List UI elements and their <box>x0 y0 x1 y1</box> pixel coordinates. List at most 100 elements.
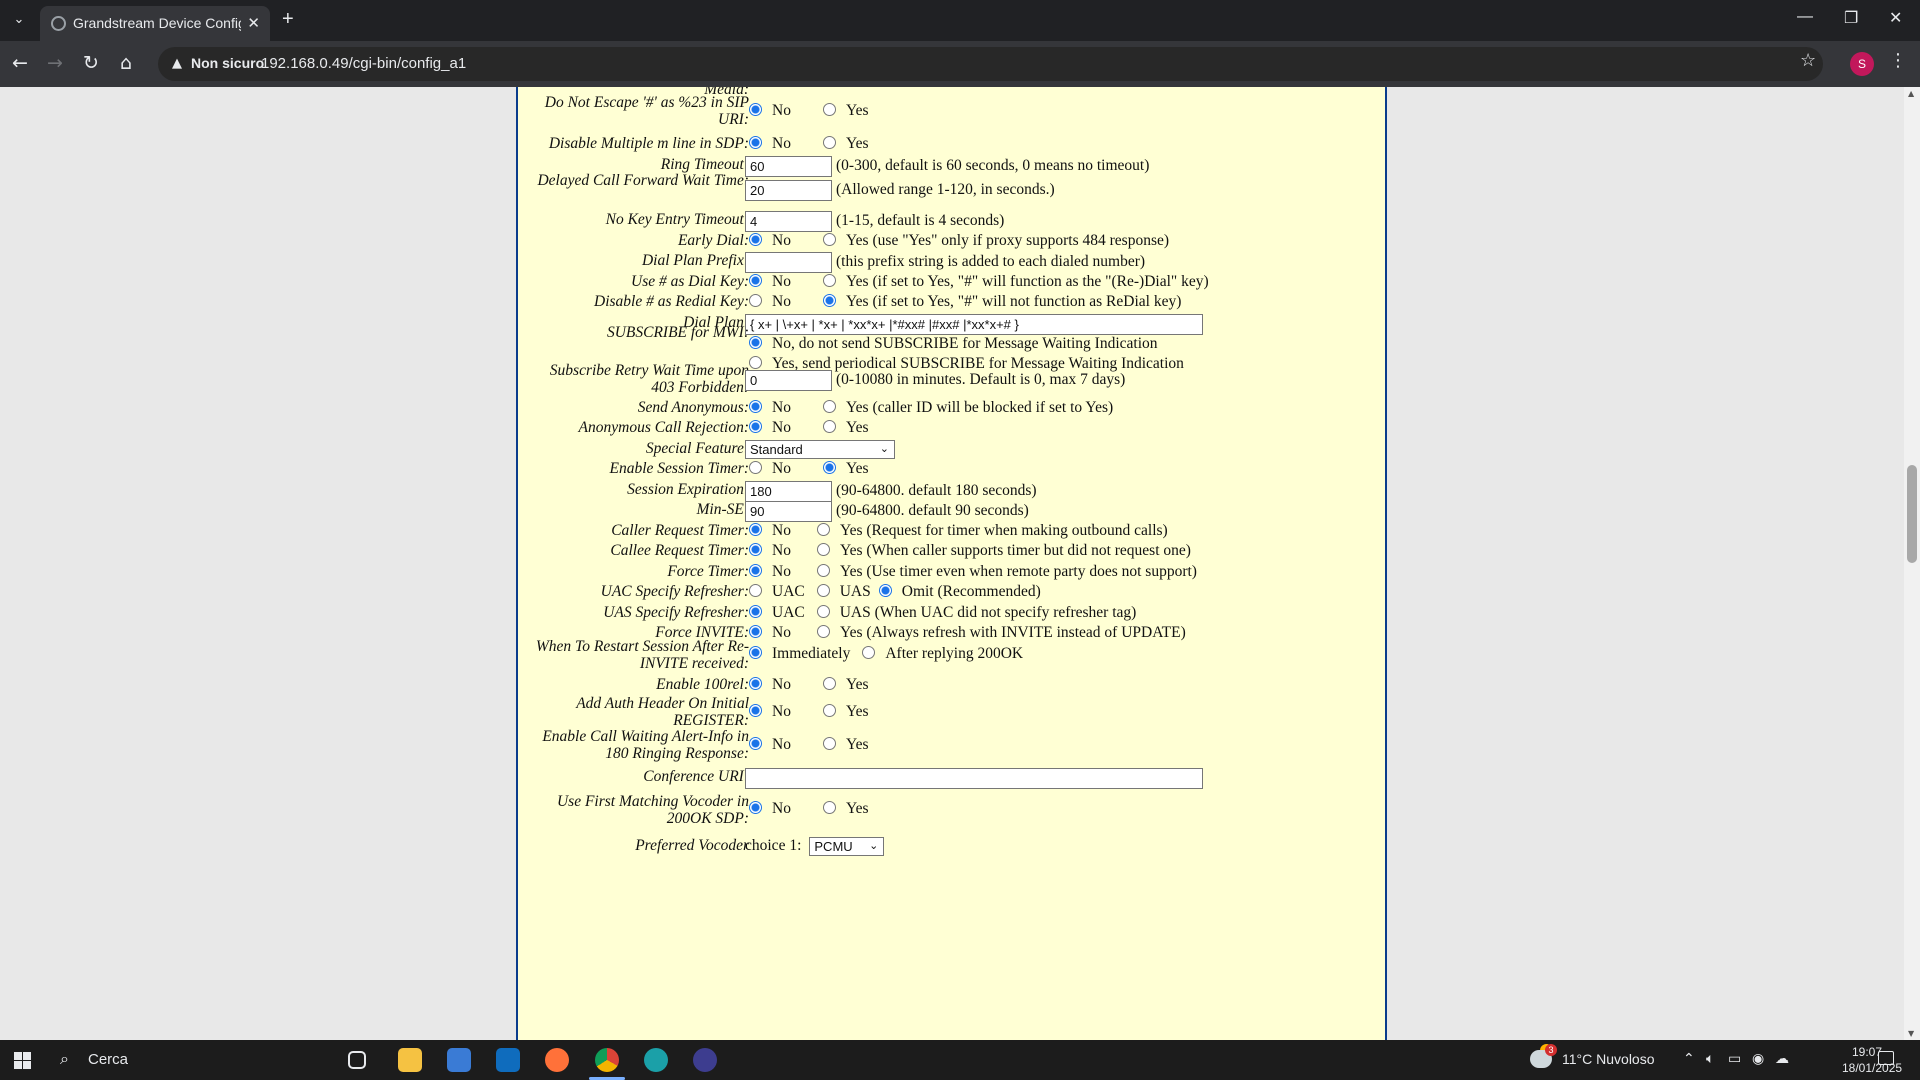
text-input[interactable]: 20 <box>745 180 832 201</box>
radio-button[interactable] <box>749 233 762 246</box>
chrome-icon[interactable] <box>595 1048 619 1072</box>
radio-option[interactable]: No <box>745 676 791 693</box>
back-arrow-icon[interactable]: ← <box>12 52 28 74</box>
radio-button[interactable] <box>749 274 762 287</box>
radio-button[interactable] <box>822 294 836 307</box>
radio-option[interactable]: Yes <box>819 419 869 436</box>
network-icon[interactable]: ▭ <box>1728 1051 1741 1067</box>
radio-option[interactable]: Yes (Request for timer when making outbo… <box>813 522 1168 539</box>
radio-option[interactable]: Omit (Recommended) <box>875 583 1041 600</box>
minimize-icon[interactable]: — <box>1797 8 1813 26</box>
radio-option[interactable]: Yes <box>819 460 869 477</box>
windows-start-icon[interactable] <box>14 1052 31 1069</box>
taskbar-search[interactable]: Cerca <box>88 1051 128 1068</box>
close-tab-icon[interactable]: ✕ <box>247 14 260 32</box>
text-input[interactable]: { x+ | \+x+ | *x+ | *xx*x+ |*#xx# |#xx# … <box>745 314 1203 335</box>
browser-tab-active[interactable]: Grandstream Device Configurati ✕ <box>40 6 270 41</box>
radio-button[interactable] <box>816 543 830 556</box>
radio-button[interactable] <box>749 336 762 349</box>
radio-option[interactable]: Yes (When caller supports timer but did … <box>813 542 1191 559</box>
text-input[interactable]: 4 <box>745 211 832 232</box>
radio-button[interactable] <box>749 461 762 474</box>
radio-button[interactable] <box>822 274 836 287</box>
more-menu-icon[interactable]: ⋮ <box>1889 50 1907 71</box>
radio-button[interactable] <box>816 564 830 577</box>
new-tab-icon[interactable]: + <box>282 8 294 31</box>
radio-button[interactable] <box>816 523 830 536</box>
address-bar[interactable]: ▲ Non sicuro 192.168.0.49/cgi-bin/config… <box>158 47 1823 81</box>
radio-button[interactable] <box>749 103 762 116</box>
file-explorer-icon[interactable] <box>398 1048 422 1072</box>
page-scrollbar[interactable]: ▲ ▼ <box>1904 87 1920 1040</box>
radio-button[interactable] <box>822 704 836 717</box>
text-input[interactable]: 0 <box>745 370 832 391</box>
radio-button[interactable] <box>822 400 836 413</box>
text-input[interactable]: 180 <box>745 481 832 502</box>
chevron-up-icon[interactable]: ⌃ <box>1683 1051 1695 1067</box>
radio-option[interactable]: No <box>745 736 791 753</box>
text-input[interactable] <box>745 768 1203 789</box>
radio-option[interactable]: UAS (When UAC did not specify refresher … <box>813 604 1136 621</box>
radio-option[interactable]: Yes <box>819 800 869 817</box>
radio-option[interactable]: Yes (Use timer even when remote party do… <box>813 563 1197 580</box>
scroll-up-icon[interactable]: ▲ <box>1908 89 1914 98</box>
radio-option[interactable]: No <box>745 293 791 310</box>
scroll-down-icon[interactable]: ▼ <box>1908 1029 1914 1038</box>
radio-option[interactable]: Yes <box>819 399 869 416</box>
radio-option[interactable]: No <box>745 419 791 436</box>
radio-option[interactable]: UAS <box>813 583 871 600</box>
radio-option[interactable]: No <box>745 703 791 720</box>
radio-option[interactable]: After replying 200OK <box>858 645 1023 662</box>
vpn-app-icon[interactable] <box>693 1048 717 1072</box>
profile-avatar[interactable]: S <box>1850 52 1874 76</box>
radio-button[interactable] <box>822 103 836 116</box>
restore-icon[interactable]: ❐ <box>1844 8 1858 28</box>
outlook-icon[interactable] <box>496 1048 520 1072</box>
radio-option[interactable]: UAC <box>745 583 805 600</box>
onedrive-cloud-icon[interactable]: ☁ <box>1775 1051 1789 1067</box>
radio-button[interactable] <box>749 801 762 814</box>
radio-option[interactable]: No <box>745 102 791 119</box>
radio-button[interactable] <box>749 136 762 149</box>
radio-button[interactable] <box>749 704 762 717</box>
radio-option[interactable]: No <box>745 460 791 477</box>
radio-button[interactable] <box>749 356 762 369</box>
radio-option[interactable]: No <box>745 87 791 90</box>
radio-option[interactable]: No, do not send SUBSCRIBE for Message Wa… <box>745 335 1158 352</box>
radio-option[interactable]: Yes (Always refresh with INVITE instead … <box>813 624 1186 641</box>
radio-button[interactable] <box>749 737 762 750</box>
forward-arrow-icon[interactable]: → <box>47 52 63 74</box>
radio-button[interactable] <box>878 584 892 597</box>
radio-button[interactable] <box>749 564 762 577</box>
microsoft-store-icon[interactable] <box>447 1048 471 1072</box>
task-view-icon[interactable] <box>348 1051 366 1069</box>
radio-option[interactable]: No <box>745 542 791 559</box>
radio-button[interactable] <box>749 646 762 659</box>
radio-option[interactable]: No <box>745 135 791 152</box>
radio-option[interactable]: Yes <box>819 736 869 753</box>
edge-icon[interactable] <box>644 1048 668 1072</box>
radio-option[interactable]: No <box>745 399 791 416</box>
radio-button[interactable] <box>749 523 762 536</box>
bookmark-star-icon[interactable]: ☆ <box>1800 50 1816 71</box>
text-input[interactable]: 90 <box>745 501 832 522</box>
home-icon[interactable]: ⌂ <box>120 52 132 74</box>
special-feature-select[interactable]: Standard ⌄ <box>745 440 895 459</box>
radio-button[interactable] <box>822 461 836 474</box>
radio-option[interactable]: Yes <box>819 703 869 720</box>
text-input[interactable]: 60 <box>745 156 832 177</box>
radio-button[interactable] <box>822 677 836 690</box>
copilot-icon[interactable]: ◉ <box>1752 1051 1764 1067</box>
radio-option[interactable]: No <box>745 273 791 290</box>
radio-option[interactable]: Yes <box>819 102 869 119</box>
radio-option[interactable]: Yes <box>819 293 869 310</box>
radio-option[interactable]: No <box>745 800 791 817</box>
radio-button[interactable] <box>822 737 836 750</box>
radio-option[interactable]: No <box>745 232 791 249</box>
radio-button[interactable] <box>749 625 762 638</box>
radio-button[interactable] <box>822 801 836 814</box>
weather-text[interactable]: 11°C Nuvoloso <box>1562 1051 1655 1067</box>
radio-button[interactable] <box>816 605 830 618</box>
radio-option[interactable]: No <box>745 624 791 641</box>
radio-button[interactable] <box>822 233 836 246</box>
